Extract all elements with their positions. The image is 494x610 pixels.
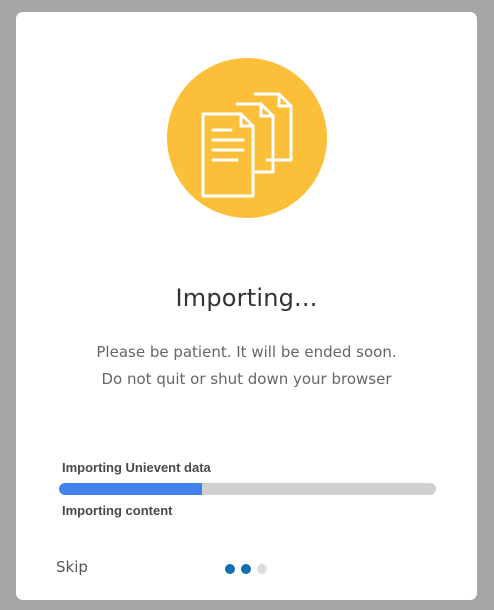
progress-bar xyxy=(59,483,436,495)
step-dot-3 xyxy=(257,564,267,574)
dialog-description-line-2: Do not quit or shut down your browser xyxy=(101,370,392,388)
documents-icon xyxy=(201,92,293,198)
import-illustration xyxy=(167,58,327,218)
step-dot-2 xyxy=(241,564,251,574)
dialog-title: Importing... xyxy=(175,284,318,312)
step-indicator xyxy=(225,564,267,574)
progress-bar-fill xyxy=(59,483,203,495)
step-dot-1 xyxy=(225,564,235,574)
skip-button[interactable]: Skip xyxy=(56,558,88,576)
dialog-description-line-1: Please be patient. It will be ended soon… xyxy=(96,343,397,361)
import-dialog: Importing... Please be patient. It will … xyxy=(16,12,477,600)
progress-secondary-label: Importing content xyxy=(62,503,173,518)
progress-primary-label: Importing Unievent data xyxy=(62,460,211,475)
